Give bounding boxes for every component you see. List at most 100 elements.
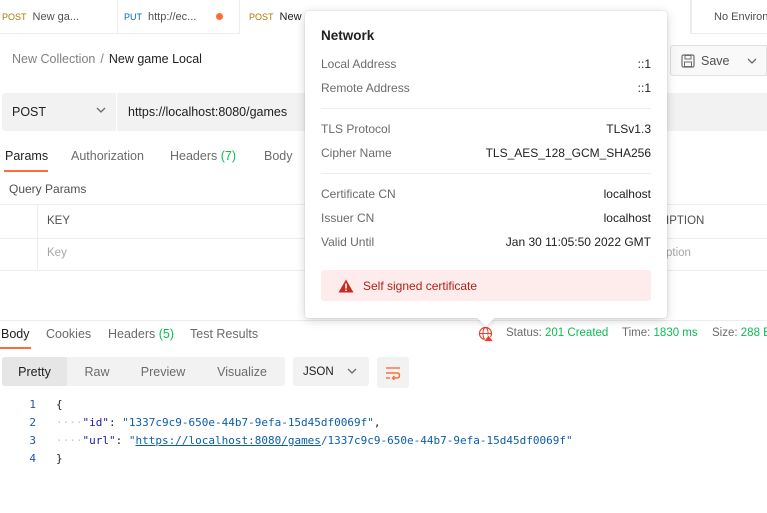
- network-popover: Network Local Address ::1 Remote Address…: [305, 11, 667, 318]
- status-label: Status:: [506, 327, 542, 339]
- tab-method-post: POST: [249, 12, 274, 22]
- active-tab-indicator: [0, 347, 31, 349]
- info-value: localhost: [603, 211, 651, 225]
- network-info-row: Local Address ::1: [321, 57, 651, 73]
- network-info-row: Valid Until Jan 30 11:05:50 2022 GMT: [321, 235, 651, 251]
- info-label: TLS Protocol: [321, 122, 391, 136]
- breadcrumb-request[interactable]: New game Local: [109, 52, 202, 66]
- open-brace: {: [56, 398, 63, 411]
- line-number: 1: [29, 398, 36, 411]
- tab-method-post: POST: [2, 12, 27, 22]
- info-label: Cipher Name: [321, 146, 392, 160]
- code-line: 2 ····"id": "1337c9c9-650e-44b7-9efa-15d…: [0, 416, 767, 434]
- info-value: Jan 30 11:05:50 2022 GMT: [505, 235, 651, 249]
- network-info-row: TLS Protocol TLSv1.3: [321, 122, 651, 138]
- request-tab-new-game[interactable]: POST New ga...: [0, 0, 118, 34]
- breadcrumb: New Collection / New game Local: [12, 52, 202, 66]
- line-number: 2: [29, 416, 36, 429]
- description-input[interactable]: ption: [666, 247, 691, 259]
- format-value: JSON: [303, 365, 334, 378]
- json-quote: ": [128, 434, 136, 447]
- time-value[interactable]: 1830 ms: [654, 327, 698, 339]
- time-indicator: Time: 1830 ms: [622, 327, 698, 339]
- view-visualize[interactable]: Visualize: [199, 357, 285, 386]
- breadcrumb-collection[interactable]: New Collection: [12, 52, 95, 66]
- code-line: 1 {: [0, 398, 767, 416]
- description-column-header: IPTION: [666, 215, 705, 227]
- info-value: ::1: [637, 81, 651, 95]
- tab-response-body[interactable]: Body: [1, 327, 30, 341]
- divider: [321, 108, 651, 109]
- tab-authorization[interactable]: Authorization: [71, 149, 144, 163]
- close-brace: }: [56, 452, 63, 465]
- key-input[interactable]: Key: [47, 247, 67, 259]
- info-label: Valid Until: [321, 235, 375, 249]
- method-select[interactable]: POST: [2, 93, 116, 131]
- view-preview[interactable]: Preview: [127, 357, 199, 386]
- certificate-warning: Self signed certificate: [321, 270, 651, 301]
- tab-name: New: [279, 11, 302, 23]
- info-label: Certificate CN: [321, 187, 396, 201]
- info-value: TLSv1.3: [606, 122, 651, 136]
- chevron-down-icon: [747, 58, 757, 64]
- tab-headers[interactable]: Headers (7): [170, 149, 236, 163]
- status-indicator: Status: 201 Created: [506, 327, 608, 339]
- size-value[interactable]: 288 B: [741, 327, 767, 339]
- tab-label: Test Results: [190, 327, 259, 341]
- tab-label: Headers: [108, 327, 156, 341]
- view-pretty[interactable]: Pretty: [2, 357, 67, 386]
- json-key: "id": [82, 416, 110, 429]
- request-tabs: Params Authorization Headers (7) Body: [0, 144, 320, 172]
- wrap-lines-button[interactable]: [377, 357, 409, 388]
- wrap-lines-icon: [386, 366, 401, 380]
- tab-method-put: PUT: [124, 12, 142, 22]
- info-value: ::1: [637, 57, 651, 71]
- tab-response-headers[interactable]: Headers (5): [108, 327, 174, 341]
- json-key: "url": [82, 434, 116, 447]
- info-label: Remote Address: [321, 81, 410, 95]
- info-value: TLS_AES_128_GCM_SHA256: [485, 146, 651, 160]
- chevron-down-icon: [347, 368, 357, 374]
- json-quote: ": [565, 434, 573, 447]
- json-value: "1337c9c9-650e-44b7-9efa-15d45df0069f": [122, 416, 374, 429]
- save-options-button[interactable]: [738, 45, 767, 76]
- breadcrumb-separator: /: [100, 52, 104, 66]
- json-url-link[interactable]: https://localhost:8080/games: [136, 434, 321, 447]
- tab-test-results[interactable]: Test Results: [190, 327, 258, 341]
- network-info-row: Remote Address ::1: [321, 81, 651, 97]
- code-text: }: [56, 452, 63, 465]
- tab-label: Params: [5, 149, 49, 163]
- status-value[interactable]: 201 Created: [545, 327, 608, 339]
- tab-label: Authorization: [71, 149, 144, 163]
- tab-name: New ga...: [32, 11, 79, 23]
- info-value: localhost: [603, 187, 651, 201]
- view-mode-switch: Pretty Raw Preview Visualize: [2, 357, 285, 386]
- tab-label: Body: [264, 149, 293, 163]
- warning-text: Self signed certificate: [363, 278, 478, 293]
- size-indicator: Size: 288 B: [712, 327, 767, 339]
- tab-params[interactable]: Params: [5, 149, 48, 163]
- unsaved-dot-icon: [216, 13, 223, 20]
- time-label: Time:: [622, 327, 651, 339]
- format-select[interactable]: JSON: [293, 357, 369, 386]
- query-params-title: Query Params: [9, 182, 87, 196]
- network-info-row: Certificate CN localhost: [321, 187, 651, 203]
- line-number: 3: [29, 434, 36, 447]
- save-icon: [681, 53, 695, 68]
- code-line: 4 }: [0, 452, 767, 470]
- tab-cookies[interactable]: Cookies: [46, 327, 91, 341]
- request-tab-put[interactable]: PUT http://ec...: [118, 0, 240, 34]
- warning-triangle-icon: [338, 279, 354, 292]
- size-label: Size:: [712, 327, 738, 339]
- popover-title: Network: [321, 28, 375, 43]
- column-divider: [37, 205, 38, 271]
- view-raw[interactable]: Raw: [67, 357, 127, 386]
- tab-body[interactable]: Body: [264, 149, 293, 163]
- environment-selector[interactable]: No Environ: [691, 0, 767, 34]
- info-label: Local Address: [321, 57, 397, 71]
- tab-label: Cookies: [46, 327, 92, 341]
- globe-warning-icon[interactable]: [478, 326, 494, 342]
- save-button[interactable]: Save: [670, 45, 739, 76]
- network-info-row: Issuer CN localhost: [321, 211, 651, 227]
- code-text: ····"url": "https://localhost:8080/games…: [56, 434, 573, 447]
